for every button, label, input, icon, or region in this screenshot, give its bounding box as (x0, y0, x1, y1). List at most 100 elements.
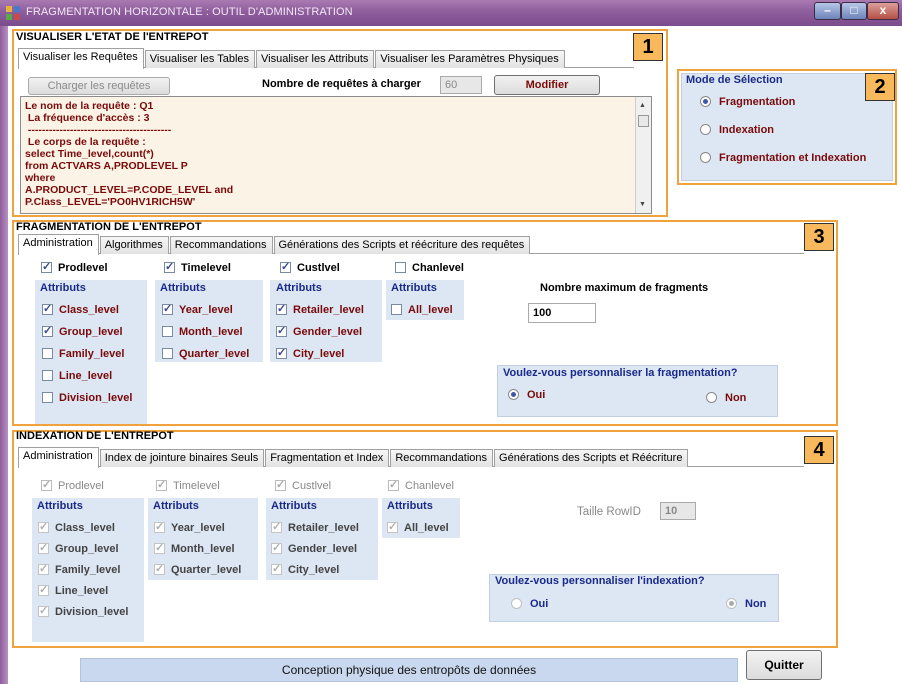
radio-indexation[interactable]: Indexation (700, 124, 774, 136)
checkbox[interactable] (276, 324, 287, 337)
attr-class-level-idx[interactable]: Class_level (38, 520, 115, 534)
attr-month-level[interactable]: Month_level (162, 326, 243, 338)
tab-visualiser-tables[interactable]: Visualiser les Tables (144, 50, 256, 68)
radio-dot[interactable] (700, 96, 711, 107)
close-button[interactable]: x (867, 2, 899, 20)
window-title-bar[interactable]: FRAGMENTATION HORIZONTALE : OUTIL D'ADMI… (0, 0, 902, 26)
checkbox[interactable] (387, 520, 398, 533)
tab-visualiser-parametres[interactable]: Visualiser les Paramètres Physiques (375, 50, 565, 68)
radio-dot[interactable] (700, 152, 711, 163)
dim-checkbox-prodlevel[interactable]: Prodlevel (41, 260, 108, 274)
checkbox[interactable] (391, 304, 402, 315)
checkbox[interactable] (154, 520, 165, 533)
tab-visualiser-attributs[interactable]: Visualiser les Attributs (256, 50, 375, 68)
checkbox[interactable] (38, 541, 49, 554)
tab-recommandations[interactable]: Recommandations (169, 236, 273, 254)
tab-algorithmes[interactable]: Algorithmes (99, 236, 169, 254)
attr-line-level-idx[interactable]: Line_level (38, 583, 108, 597)
attr-quarter-level[interactable]: Quarter_level (162, 348, 249, 360)
tab-generations-scripts[interactable]: Générations des Scripts et réécriture de… (273, 236, 531, 254)
tab-generations-reecriture[interactable]: Générations des Scripts et Réécriture (494, 449, 689, 467)
checkbox[interactable] (38, 520, 49, 533)
dim-checkbox-custlvel-idx[interactable]: Custlvel (275, 478, 331, 492)
max-fragments-input[interactable]: 100 (528, 303, 596, 323)
attr-class-level[interactable]: Class_level (42, 302, 119, 316)
attr-quarter-level-idx[interactable]: Quarter_level (154, 562, 241, 576)
query-text-area[interactable]: Le nom de la requête : Q1 La fréquence d… (20, 96, 652, 214)
checkbox[interactable] (42, 348, 53, 359)
checkbox[interactable] (395, 262, 406, 273)
maximize-button[interactable]: □ (841, 2, 867, 20)
checkbox[interactable] (42, 302, 53, 315)
attr-family-level-idx[interactable]: Family_level (38, 562, 120, 576)
attr-city-level[interactable]: City_level (276, 346, 344, 360)
dim-checkbox-prodlevel-idx[interactable]: Prodlevel (41, 478, 104, 492)
attr-family-level[interactable]: Family_level (42, 348, 124, 360)
checkbox[interactable] (41, 260, 52, 273)
checkbox[interactable] (38, 604, 49, 617)
attr-all-level[interactable]: All_level (391, 304, 453, 316)
checkbox[interactable] (271, 520, 282, 533)
radio-dot[interactable] (511, 598, 522, 609)
scroll-down-arrow-icon[interactable]: ▼ (639, 199, 646, 211)
checkbox[interactable] (276, 302, 287, 315)
dim-checkbox-timelevel[interactable]: Timelevel (164, 260, 231, 274)
radio-dot[interactable] (700, 124, 711, 135)
checkbox[interactable] (280, 260, 291, 273)
attr-division-level[interactable]: Division_level (42, 392, 132, 404)
scroll-thumb[interactable] (638, 115, 649, 127)
radio-dot[interactable] (726, 598, 737, 609)
modify-button[interactable]: Modifier (494, 75, 600, 95)
minimize-button[interactable]: – (814, 2, 841, 20)
dim-checkbox-custlvel[interactable]: Custlvel (280, 260, 340, 274)
tab-admin-index[interactable]: Administration (18, 447, 99, 468)
attr-group-level-idx[interactable]: Group_level (38, 541, 119, 555)
checkbox[interactable] (271, 562, 282, 575)
attr-year-level[interactable]: Year_level (162, 302, 233, 316)
checkbox[interactable] (154, 541, 165, 554)
checkbox[interactable] (275, 478, 286, 491)
checkbox[interactable] (162, 302, 173, 315)
attr-year-level-idx[interactable]: Year_level (154, 520, 225, 534)
radio-index-oui[interactable]: Oui (511, 598, 548, 610)
checkbox[interactable] (271, 541, 282, 554)
attr-city-level-idx[interactable]: City_level (271, 562, 339, 576)
checkbox[interactable] (154, 562, 165, 575)
attr-group-level[interactable]: Group_level (42, 324, 123, 338)
radio-fragmentation[interactable]: Fragmentation (700, 96, 795, 108)
radio-frag-non[interactable]: Non (706, 392, 746, 404)
attr-retailer-level-idx[interactable]: Retailer_level (271, 520, 359, 534)
query-scrollbar[interactable]: ▲ ▼ (635, 97, 651, 213)
tab-administration[interactable]: Administration (18, 234, 99, 255)
checkbox[interactable] (42, 392, 53, 403)
checkbox[interactable] (388, 478, 399, 491)
attr-month-level-idx[interactable]: Month_level (154, 541, 235, 555)
rowid-input[interactable]: 10 (660, 502, 696, 520)
dim-checkbox-chanlevel-idx[interactable]: Chanlevel (388, 478, 454, 492)
query-count-input[interactable]: 60 (440, 76, 482, 94)
checkbox[interactable] (41, 478, 52, 491)
load-queries-button[interactable]: Charger les requêtes (28, 77, 170, 95)
dim-checkbox-timelevel-idx[interactable]: Timelevel (156, 478, 220, 492)
quit-button[interactable]: Quitter (746, 650, 822, 680)
radio-fragmentation-indexation[interactable]: Fragmentation et Indexation (700, 152, 866, 164)
checkbox[interactable] (42, 324, 53, 337)
attr-retailer-level[interactable]: Retailer_level (276, 302, 364, 316)
checkbox[interactable] (162, 326, 173, 337)
checkbox[interactable] (276, 346, 287, 359)
checkbox[interactable] (162, 348, 173, 359)
radio-frag-oui[interactable]: Oui (508, 389, 545, 401)
radio-dot[interactable] (508, 389, 519, 400)
attr-all-level-idx[interactable]: All_level (387, 520, 449, 534)
tab-visualiser-requetes[interactable]: Visualiser les Requêtes (18, 48, 144, 69)
attr-gender-level-idx[interactable]: Gender_level (271, 541, 357, 555)
dim-checkbox-chanlevel[interactable]: Chanlevel (395, 262, 464, 274)
scroll-up-arrow-icon[interactable]: ▲ (639, 100, 646, 112)
tab-recommandations-index[interactable]: Recommandations (390, 449, 494, 467)
tab-fragmentation-index[interactable]: Fragmentation et Index (265, 449, 390, 467)
checkbox[interactable] (164, 260, 175, 273)
attr-division-level-idx[interactable]: Division_level (38, 604, 128, 618)
attr-line-level[interactable]: Line_level (42, 370, 112, 382)
checkbox[interactable] (42, 370, 53, 381)
checkbox[interactable] (156, 478, 167, 491)
